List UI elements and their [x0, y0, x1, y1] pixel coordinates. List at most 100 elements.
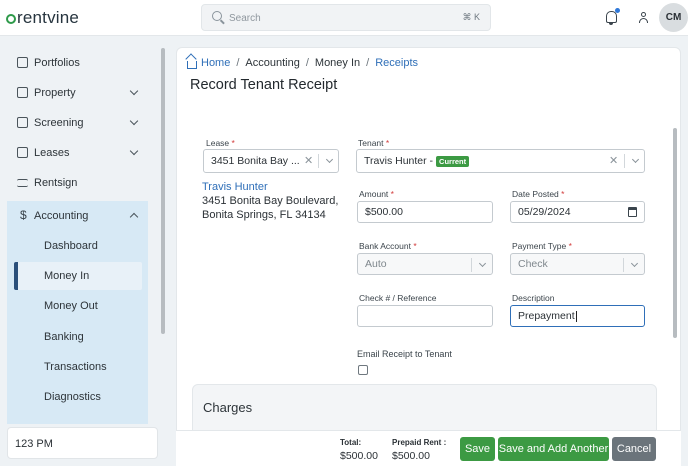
- receipt-card: Home / Accounting / Money In / Receipts …: [176, 47, 681, 466]
- sidebar-subitem-banking[interactable]: Banking: [44, 331, 84, 343]
- sidebar-item-label: Accounting: [34, 210, 89, 222]
- clear-icon[interactable]: ✕: [304, 154, 313, 167]
- date-posted-input[interactable]: 05/29/2024: [510, 201, 645, 223]
- sidebar-scrollbar[interactable]: [161, 48, 165, 334]
- screening-icon: [17, 117, 28, 128]
- check-reference-input[interactable]: [357, 305, 493, 327]
- amount-label: Amount *: [359, 189, 394, 199]
- breadcrumb: Home / Accounting / Money In / Receipts: [187, 57, 418, 69]
- card-scrollbar[interactable]: [673, 128, 677, 338]
- sidebar-item-screening[interactable]: Screening: [0, 108, 150, 138]
- prepaid-rent-value: $500.00: [392, 450, 430, 462]
- status-badge: Current: [436, 155, 470, 167]
- house-icon: [17, 87, 28, 98]
- clipboard-icon: [17, 147, 28, 158]
- rentvine-logo[interactable]: rentvine: [6, 8, 79, 28]
- form-footer: Total: $500.00 Prepaid Rent : $500.00 Sa…: [176, 430, 681, 466]
- chevron-down-icon: [129, 146, 139, 156]
- sidebar-item-label: Screening: [34, 117, 84, 129]
- chevron-down-icon: [631, 155, 640, 164]
- email-receipt-label: Email Receipt to Tenant: [357, 349, 452, 359]
- charges-title: Charges: [203, 400, 253, 415]
- sidebar-item-label: Property: [34, 87, 76, 99]
- notification-dot: [615, 8, 620, 13]
- tenant-select[interactable]: Travis Hunter - Current ✕: [356, 149, 645, 173]
- email-receipt-checkbox[interactable]: [358, 365, 368, 375]
- person-icon[interactable]: [638, 12, 648, 23]
- search-bar[interactable]: ⌘ K: [201, 4, 491, 31]
- date-posted-value: 05/29/2024: [518, 206, 571, 218]
- description-value: Prepayment: [518, 310, 575, 322]
- folder-icon: [17, 57, 28, 68]
- search-icon: [212, 11, 222, 21]
- sidebar-item-rentsign[interactable]: Rentsign: [0, 168, 150, 198]
- logo-mark-icon: [6, 14, 16, 24]
- breadcrumb-separator: /: [236, 57, 240, 69]
- lease-value: 3451 Bonita Bay ...: [211, 155, 300, 167]
- lease-label: Lease *: [206, 138, 235, 148]
- breadcrumb-home[interactable]: Home: [201, 57, 230, 69]
- sidebar-clock: 123 PM: [7, 427, 158, 459]
- total-label: Total:: [340, 438, 362, 447]
- description-label: Description: [512, 293, 555, 303]
- search-shortcut: ⌘ K: [462, 12, 480, 22]
- notification-bell-icon[interactable]: [606, 8, 620, 25]
- logo-text: rentvine: [17, 8, 80, 27]
- amount-input[interactable]: $500.00: [357, 201, 493, 223]
- avatar[interactable]: CM: [659, 3, 688, 32]
- tenant-address-line1: 3451 Bonita Bay Boulevard,: [202, 195, 339, 207]
- payment-type-label: Payment Type *: [512, 241, 572, 251]
- sidebar-item-label: Portfolios: [34, 57, 80, 69]
- tenant-label: Tenant *: [358, 138, 390, 148]
- breadcrumb-separator: /: [366, 57, 370, 69]
- check-reference-label: Check # / Reference: [359, 293, 437, 303]
- cancel-button[interactable]: Cancel: [612, 437, 656, 461]
- sidebar-subitem-money-out[interactable]: Money Out: [44, 300, 98, 312]
- calendar-icon[interactable]: [628, 207, 637, 217]
- chevron-down-icon: [129, 116, 139, 126]
- text-caret: [575, 310, 577, 322]
- total-value: $500.00: [340, 450, 378, 462]
- tenant-value: Travis Hunter -: [364, 155, 434, 167]
- sidebar-item-label: Leases: [34, 147, 70, 159]
- dollar-icon: $: [20, 208, 27, 222]
- sidebar-item-leases[interactable]: Leases: [0, 138, 150, 168]
- sidebar-item-property[interactable]: Property: [0, 78, 150, 108]
- sidebar-subitem-diagnostics[interactable]: Diagnostics: [44, 391, 101, 403]
- sidebar-item-label: Rentsign: [34, 177, 78, 189]
- save-button[interactable]: Save: [460, 437, 495, 461]
- chevron-down-icon: [325, 155, 334, 164]
- date-posted-label: Date Posted *: [512, 189, 565, 199]
- chevron-down-icon: [630, 259, 639, 268]
- sign-icon: [17, 179, 28, 187]
- page-title: Record Tenant Receipt: [190, 77, 338, 93]
- sidebar-subitem-dashboard[interactable]: Dashboard: [44, 240, 98, 252]
- sidebar: Portfolios Property Screening Leases Ren…: [0, 44, 158, 424]
- payment-type-value: Check: [518, 258, 548, 270]
- home-icon: [187, 61, 197, 69]
- description-input[interactable]: Prepayment: [510, 305, 645, 327]
- tenant-address-line2: Bonita Springs, FL 34134: [202, 209, 326, 221]
- sidebar-item-accounting[interactable]: $ Accounting: [0, 201, 150, 231]
- tenant-name-link[interactable]: Travis Hunter: [202, 181, 268, 193]
- breadcrumb-money-in[interactable]: Money In: [315, 57, 360, 69]
- breadcrumb-receipts[interactable]: Receipts: [375, 57, 418, 69]
- bank-account-select[interactable]: Auto: [357, 253, 493, 275]
- chevron-down-icon: [129, 86, 139, 96]
- bank-account-value: Auto: [365, 258, 387, 270]
- sidebar-subitem-money-in[interactable]: Money In: [44, 270, 89, 282]
- chevron-down-icon: [478, 259, 487, 268]
- top-bar: rentvine ⌘ K CM: [0, 0, 688, 36]
- sidebar-subitem-transactions[interactable]: Transactions: [44, 361, 107, 373]
- chevron-up-icon: [129, 212, 139, 222]
- save-and-add-another-button[interactable]: Save and Add Another: [498, 437, 609, 461]
- prepaid-rent-label: Prepaid Rent :: [392, 438, 447, 447]
- breadcrumb-separator: /: [305, 57, 309, 69]
- sidebar-item-portfolios[interactable]: Portfolios: [0, 48, 150, 78]
- payment-type-select[interactable]: Check: [510, 253, 645, 275]
- amount-value: $500.00: [365, 206, 403, 218]
- lease-select[interactable]: 3451 Bonita Bay ... ✕: [203, 149, 339, 173]
- clear-icon[interactable]: ✕: [609, 154, 618, 167]
- search-input[interactable]: [229, 10, 449, 26]
- breadcrumb-accounting[interactable]: Accounting: [245, 57, 299, 69]
